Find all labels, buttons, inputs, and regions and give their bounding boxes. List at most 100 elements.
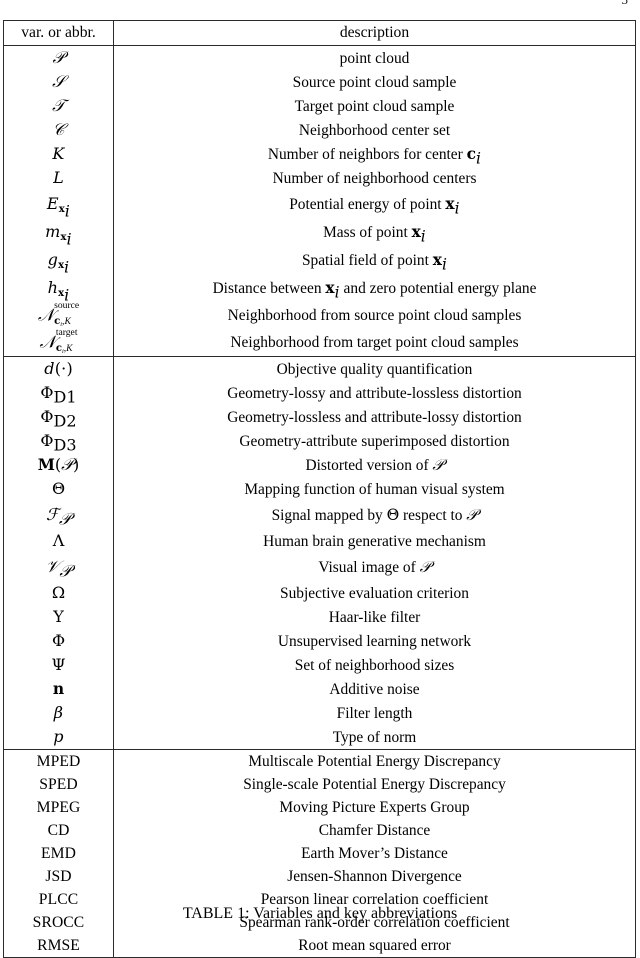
table-row: 𝒫 point cloud xyxy=(3,45,636,70)
cell-description: Mass of point xi xyxy=(113,218,636,246)
cell-description: Moving Picture Experts Group xyxy=(113,796,636,819)
variables-table-container: var. or abbr. description 𝒫 point cloud … xyxy=(3,20,636,958)
cell-description: Geometry-lossy and attribute-lossless di… xyxy=(113,381,636,405)
subscript-D1: D1 xyxy=(53,387,77,407)
symbol-c: c xyxy=(466,144,476,163)
cell-var: 𝒩source ci,K xyxy=(3,301,114,329)
symbol-neighborhood-target: 𝒩target ci,K xyxy=(40,328,78,355)
subscript-cal-P: 𝒫 xyxy=(59,509,71,529)
description-text: Potential energy of point xyxy=(289,195,446,213)
superscript-source: source xyxy=(54,299,80,311)
description-text-2: and zero potential energy plane xyxy=(339,279,537,297)
table-row: MPED Multiscale Potential Energy Discrep… xyxy=(3,749,636,773)
cell-description: Set of neighborhood sizes xyxy=(113,653,636,677)
table-row: β Filter length xyxy=(3,701,636,725)
cell-var: n xyxy=(3,677,114,701)
cell-var: ΦD2 xyxy=(3,405,114,431)
cell-description: Target point cloud sample xyxy=(113,94,636,118)
description-text: Signal mapped by xyxy=(271,506,387,524)
cell-description: Earth Mover’s Distance xyxy=(113,842,636,865)
table-row: MPEG Moving Picture Experts Group xyxy=(3,796,636,819)
subscript-i: i xyxy=(441,254,448,273)
cell-description: Haar-like filter xyxy=(113,605,636,629)
cell-description: Type of norm xyxy=(113,725,636,750)
symbol-Phi: Φ xyxy=(40,431,54,450)
symbol-Phi: Φ xyxy=(40,407,54,426)
cell-var: MPEG xyxy=(3,796,114,819)
table-row: ℱ𝒫 Signal mapped by Θ respect to 𝒫 xyxy=(3,501,636,529)
table-header-row: var. or abbr. description xyxy=(3,20,636,46)
cell-var: L xyxy=(3,166,114,190)
table-caption: TABLE 1: Variables and key abbreviations xyxy=(182,905,458,922)
cell-var: CD xyxy=(3,819,114,842)
subscript-D3: D3 xyxy=(53,435,77,455)
cell-var: ℱ𝒫 xyxy=(3,501,114,529)
cell-description: point cloud xyxy=(113,45,636,70)
symbol-x: x xyxy=(411,222,421,241)
symbol-cal-P: 𝒫 xyxy=(61,455,74,474)
cell-description: Source point cloud sample xyxy=(113,70,636,94)
cell-description: Filter length xyxy=(113,701,636,725)
subscript-i: i xyxy=(61,347,64,355)
symbol-L: L xyxy=(53,168,64,187)
description-text: Visual image of xyxy=(318,558,420,576)
table-row: Φ Unsupervised learning network xyxy=(3,629,636,653)
cell-var: Ω xyxy=(3,581,114,605)
cell-description: Chamfer Distance xyxy=(113,819,636,842)
cell-var: Θ xyxy=(3,477,114,501)
description-text: Number of neighbors for center xyxy=(267,145,467,163)
table-row: Ω Subjective evaluation criterion xyxy=(3,581,636,605)
table-row: Λ Human brain generative mechanism xyxy=(3,529,636,553)
cell-description: Subjective evaluation criterion xyxy=(113,581,636,605)
symbol-neighborhood-source: 𝒩source ci,K xyxy=(38,301,79,328)
cell-description: Neighborhood from source point cloud sam… xyxy=(113,302,636,329)
symbol-cal-P: 𝒫 xyxy=(432,455,444,474)
cell-var: JSD xyxy=(3,865,114,888)
symbol-Phi: Φ xyxy=(40,383,54,402)
symbol-cal-T: 𝒯 xyxy=(52,96,65,115)
table-row: JSD Jensen-Shannon Divergence xyxy=(3,865,636,888)
cell-var: d(⋅) xyxy=(3,356,114,381)
cell-var: ΦD3 xyxy=(3,429,114,455)
cell-description: Mapping function of human visual system xyxy=(113,477,636,501)
symbol-Upsilon: Υ xyxy=(53,607,64,626)
table-row: Exi Potential energy of point xi xyxy=(3,190,636,219)
symbol-cal-S: 𝒮 xyxy=(52,72,65,91)
table-row: RMSE Root mean squared error xyxy=(3,934,636,958)
table-row: hxi Distance between xi and zero potenti… xyxy=(3,274,636,303)
subscript-ci-K: ci,K xyxy=(55,342,73,355)
cell-var: Exi xyxy=(3,190,114,219)
symbol-m: m xyxy=(45,222,61,241)
cell-description: Potential energy of point xi xyxy=(113,190,636,218)
cell-description: Neighborhood center set xyxy=(113,118,636,142)
cell-var: 𝒩target ci,K xyxy=(3,328,114,357)
symbol-p: p xyxy=(53,727,64,746)
cell-description: Distance between xi and zero potential e… xyxy=(113,274,636,302)
symbol-x: x xyxy=(445,194,455,213)
table-row: K Number of neighbors for center ci xyxy=(3,142,636,166)
cell-description: Number of neighborhood centers xyxy=(113,166,636,190)
symbol-Theta: Θ xyxy=(51,479,66,498)
description-text: Distance between xyxy=(212,279,326,297)
symbol-Phi: Φ xyxy=(51,631,66,650)
subscript-D2: D2 xyxy=(53,411,77,431)
cell-var: Υ xyxy=(3,605,114,629)
cell-var: 𝒯 xyxy=(3,94,114,118)
symbol-cal-F: ℱ xyxy=(46,505,60,524)
cell-var: 𝒞 xyxy=(3,118,114,142)
table-row: 𝒮 Source point cloud sample xyxy=(3,70,636,94)
cell-description: Objective quality quantification xyxy=(113,356,636,381)
subscript-i: i xyxy=(420,226,426,245)
cell-description: Jensen-Shannon Divergence xyxy=(113,865,636,888)
table-row: Θ Mapping function of human visual syste… xyxy=(3,477,636,501)
symbol-h: h xyxy=(47,278,59,297)
table-row: p Type of norm xyxy=(3,725,636,750)
cell-description: Geometry-attribute superimposed distorti… xyxy=(113,429,636,453)
subscript-ci-K: ci,K xyxy=(54,315,71,328)
symbol-Lambda: Λ xyxy=(52,531,65,550)
cell-description: Signal mapped by Θ respect to 𝒫 xyxy=(113,501,636,529)
cell-description: Visual image of 𝒫 xyxy=(113,553,636,581)
table-row: gxi Spatial field of point xi xyxy=(3,246,636,275)
table-row: 𝒞 Neighborhood center set xyxy=(3,118,636,142)
table-row: 𝒯 Target point cloud sample xyxy=(3,94,636,118)
